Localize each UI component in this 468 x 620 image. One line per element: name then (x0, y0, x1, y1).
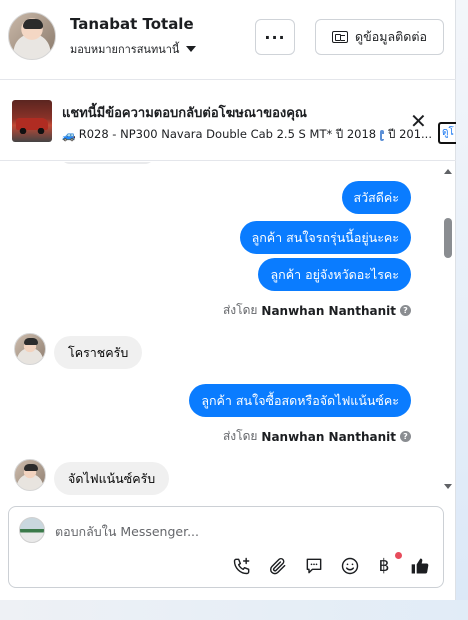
baht-payment-icon[interactable]: ฿ (373, 555, 395, 577)
assign-conversation-label: มอบหมายการสนทนานี้ (70, 43, 180, 56)
baht-glyph: ฿ (378, 556, 390, 576)
page-avatar (19, 517, 45, 543)
incoming-message[interactable]: จัดไฟแน้นซ์ครับ (54, 462, 170, 495)
sent-by-prefix: ส่งโดย (222, 303, 258, 317)
call-add-icon[interactable] (231, 555, 253, 577)
view-ad-link[interactable]: ดูโ (438, 122, 456, 144)
view-contact-info-label: ดูข้อมูลติดต่อ (355, 29, 427, 44)
scroll-up-arrow-icon[interactable] (444, 169, 452, 174)
outgoing-message[interactable]: ลูกค้า อยู่จังหวัดอะไรคะ (258, 258, 411, 291)
outgoing-message[interactable]: สวัสดีค่ะ (341, 181, 411, 214)
car-icon: 🚙 (62, 128, 76, 142)
caret-down-icon (186, 46, 197, 52)
message-list: สวัสดีค่ะ ลูกค้า สนใจรถรุ่นนี้อยู่นะคะ ล… (0, 162, 456, 498)
help-icon[interactable]: ? (400, 305, 411, 316)
contact-avatar-small[interactable] (14, 459, 46, 491)
sender-name: Nanwhan Nanthanit (261, 303, 396, 318)
scrollbar-thumb[interactable] (444, 218, 452, 258)
background-edge (456, 0, 468, 620)
background-edge-bottom (0, 600, 468, 620)
sender-name: Nanwhan Nanthanit (261, 429, 396, 444)
ad-banner-detail-main: R028 - NP300 Navara Double Cab 2.5 S MT*… (78, 127, 377, 141)
more-options-button[interactable]: ··· (255, 19, 295, 55)
paperclip-icon[interactable] (267, 555, 289, 577)
saved-replies-icon[interactable] (303, 555, 325, 577)
conversation-panel: Tanabat Totale มอบหมายการสนทนานี้ ··· ดู… (0, 0, 456, 600)
calendar-icon (380, 129, 390, 141)
message-composer: ฿ (8, 506, 444, 588)
scroll-down-arrow-icon[interactable] (444, 484, 452, 489)
ad-banner-detail: 🚙 R028 - NP300 Navara Double Cab 2.5 S M… (62, 126, 432, 144)
sent-by-label: ส่งโดย Nanwhan Nanthanit ? (223, 301, 411, 320)
close-banner-button[interactable]: ✕ (410, 111, 427, 131)
contact-avatar[interactable] (8, 12, 56, 60)
sent-by-label: ส่งโดย Nanwhan Nanthanit ? (223, 427, 411, 446)
ad-banner-title: แชทนี้มีข้อความตอบกลับต่อโฆษณาของคุณ (62, 106, 307, 121)
help-icon[interactable]: ? (400, 431, 411, 442)
view-contact-info-button[interactable]: ดูข้อมูลติดต่อ (315, 19, 444, 55)
emoji-icon[interactable] (339, 555, 361, 577)
outgoing-message[interactable]: ลูกค้า สนใจรถรุ่นนี้อยู่นะคะ (239, 221, 411, 254)
sent-by-prefix: ส่งโดย (222, 429, 258, 443)
reply-input[interactable] (55, 519, 425, 543)
contact-avatar-small[interactable] (14, 333, 46, 365)
incoming-message[interactable]: โคราชครับ (54, 336, 143, 369)
assign-conversation-dropdown[interactable]: มอบหมายการสนทนานี้ (70, 40, 197, 58)
contact-card-icon (332, 31, 349, 43)
previous-message-bubble (60, 162, 155, 164)
like-icon[interactable] (409, 555, 431, 577)
ad-thumbnail[interactable] (12, 100, 52, 142)
contact-name[interactable]: Tanabat Totale (70, 15, 194, 33)
conversation-header: Tanabat Totale มอบหมายการสนทนานี้ ··· ดู… (0, 0, 456, 80)
outgoing-message[interactable]: ลูกค้า สนใจซื้อสดหรือจัดไฟแน้นซ์คะ (189, 384, 411, 417)
notification-dot (395, 552, 402, 559)
